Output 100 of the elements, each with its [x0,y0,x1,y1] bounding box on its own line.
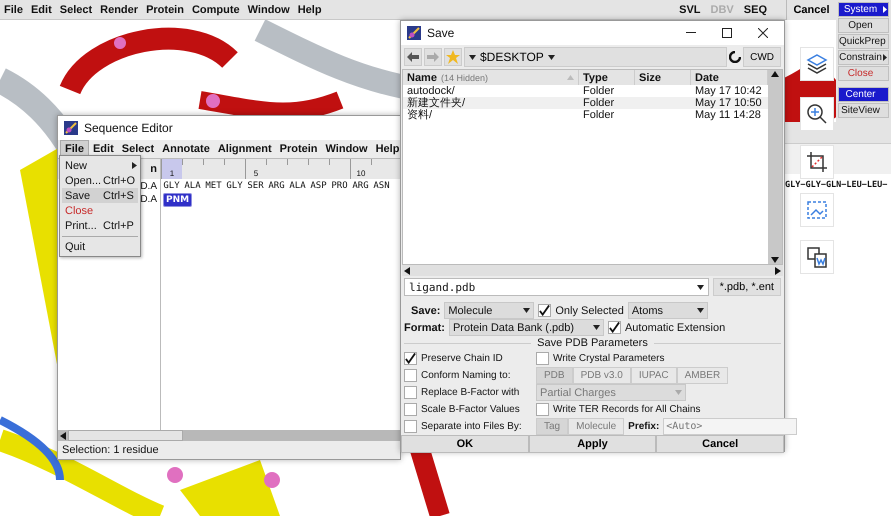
close-icon [758,28,768,38]
image-to-document-icon [806,246,828,268]
menu-item[interactable]: Annotate [158,141,214,157]
panel-button[interactable]: Open [838,18,889,33]
field-label: Save: [411,304,440,316]
residue-label[interactable]: ARG [266,181,287,191]
residue-label[interactable]: SER [245,181,266,191]
checkbox[interactable] [404,403,417,416]
residue-label[interactable]: PRO [329,181,350,191]
menu-item[interactable]: Help [372,141,404,157]
checkbox[interactable] [538,304,552,317]
panel-button[interactable]: System [838,2,889,17]
file-date-cell-text: May 11 14:28 [694,109,762,121]
path-dropdown[interactable]: $DESKTOP [464,47,728,67]
cwd-button[interactable]: CWD [743,47,781,67]
checkbox[interactable] [404,352,417,365]
caret-icon [696,308,704,313]
dropdown[interactable]: Atoms [628,302,708,319]
dialog-button[interactable]: Cancel [656,435,784,453]
zoom-in-button[interactable] [800,97,834,131]
checkbox[interactable] [404,369,417,382]
file-name-cell[interactable]: autodock/ [403,85,579,97]
caret-icon [696,284,704,290]
caret-icon [592,325,600,330]
toolbar-item[interactable]: SEQ [738,4,772,16]
menu-item[interactable]: Select [118,141,158,157]
image-button[interactable] [800,193,834,227]
menu-item[interactable]: New [62,158,138,173]
panel-button[interactable]: QuickPrep [838,34,889,49]
submenu-arrow-icon [883,6,887,13]
residue-label[interactable]: ALA [287,181,308,191]
vertical-scrollbar[interactable] [768,70,782,264]
checkbox-label: Conform Naming to: [421,370,510,381]
menu-item[interactable]: Compute [188,2,244,18]
menu-item[interactable]: Help [294,2,326,18]
menu-item[interactable]: Quit [62,236,138,254]
layers-button[interactable] [800,47,834,81]
menu-item[interactable]: Window [322,141,372,157]
input-field[interactable]: <Auto> [663,418,798,435]
menu-item[interactable]: Alignment [214,141,276,157]
maximize-icon [722,28,732,38]
menu-item[interactable]: Protein [142,2,188,18]
menu-item[interactable]: Close [62,203,138,218]
chain-label: D.A [140,193,158,205]
dialog-button[interactable]: Apply [528,435,656,453]
residue-label[interactable]: MET [203,181,224,191]
checkbox[interactable] [536,403,549,416]
favorite-button[interactable] [444,48,462,66]
scroll-up-icon [771,70,779,78]
panel-button[interactable]: Close [838,66,889,81]
checkbox[interactable] [608,321,621,334]
checkbox[interactable] [404,420,417,433]
residue-label[interactable]: GLY [161,181,182,191]
residue-label[interactable]: GLY [224,181,245,191]
cancel-button[interactable]: Cancel [786,0,836,20]
crop-icon [806,151,828,173]
menu-item[interactable]: Window [244,2,294,18]
residue-label[interactable]: ARG [350,181,371,191]
file-name-cell[interactable]: 资料/ [403,109,579,121]
back-button[interactable] [404,48,422,66]
file-filter-button[interactable]: *.pdb, *.ent [712,278,781,296]
image-icon [806,199,828,221]
menu-item[interactable]: Save Ctrl+S [62,188,138,203]
ligand-label[interactable]: PNM [163,193,192,207]
dropdown[interactable]: Molecule [444,302,534,319]
menu-item[interactable]: File [0,2,27,18]
menu-item[interactable]: Select [56,2,96,18]
panel-button[interactable]: SiteView [838,103,889,118]
submenu-arrow-icon [883,54,887,61]
ruler-number: 5 [245,159,266,179]
menu-item[interactable]: Edit [26,2,56,18]
file-date-cell-text: May 17 10:42 [694,85,763,97]
crop-button[interactable] [800,145,834,179]
file-name-cell[interactable]: 新建文件夹/ [403,97,579,109]
dialog-button[interactable]: OK [401,435,529,453]
atom-sphere [264,472,280,488]
menu-item[interactable]: Protein [276,141,322,157]
horizontal-scrollbar[interactable] [58,430,400,441]
menu-item[interactable]: Print... Ctrl+P [62,218,138,233]
checkbox-label: Automatic Extension [624,322,726,334]
residue-label[interactable]: ASP [308,181,329,191]
image-to-document-button[interactable] [800,240,834,274]
dropdown[interactable]: Protein Data Bank (.pdb) [448,319,604,336]
horizontal-scrollbar[interactable] [402,265,783,276]
residue-label[interactable]: ASN [371,181,392,191]
residue-label[interactable]: ALA [182,181,203,191]
panel-button[interactable]: Constrain [838,50,889,65]
checkbox[interactable] [404,386,417,399]
atom-sphere [114,37,126,49]
file-date-cell-text: May 17 10:50 [694,97,763,109]
check-icon [405,352,416,365]
app-logo-icon [407,26,421,40]
menu-item[interactable]: Render [96,2,142,18]
toolbar-item[interactable]: SVL [674,4,706,16]
window-title: Sequence Editor [84,121,173,135]
checkbox[interactable] [536,352,549,365]
filename-field[interactable]: ligand.pdb [404,278,709,296]
menu-item[interactable]: Edit [88,141,118,157]
panel-button[interactable]: Center [838,87,889,102]
field-label: Format: [404,322,445,334]
